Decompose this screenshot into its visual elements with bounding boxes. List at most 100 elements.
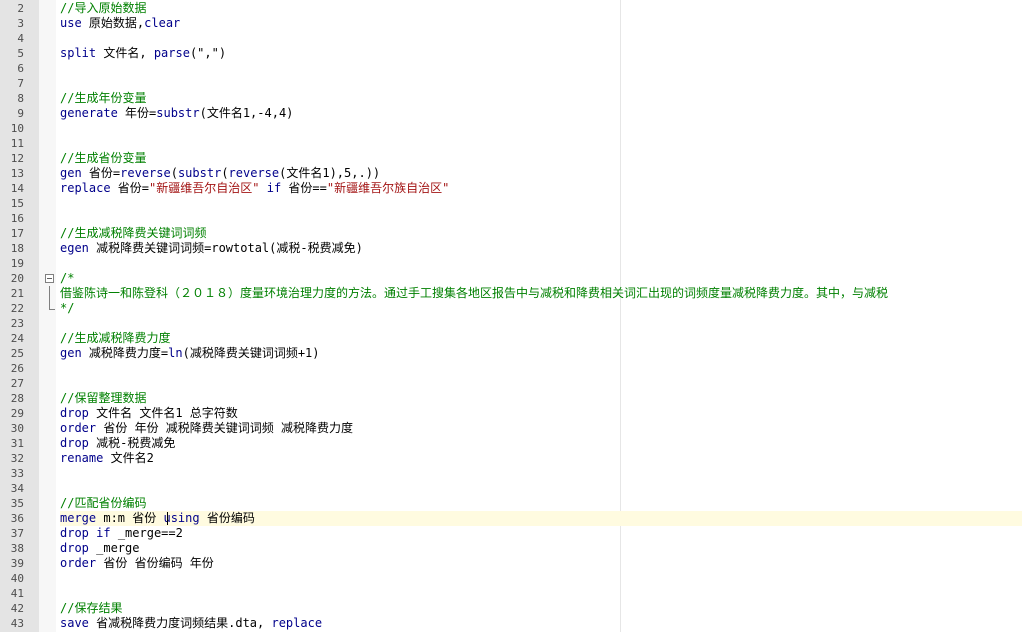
keyword-token: ln (168, 346, 183, 360)
code-line[interactable]: 15 (0, 196, 1022, 211)
code-line[interactable]: 3 use 原始数据,clear (0, 16, 1022, 31)
comment-token: //生成减税降费关键词词频 (60, 226, 207, 240)
line-code[interactable] (60, 121, 1022, 136)
code-line[interactable]: 5 split 文件名, parse(",") (0, 46, 1022, 61)
code-line[interactable]: 31 drop 减税-税费减免 (0, 436, 1022, 451)
line-code[interactable]: drop 文件名 文件名1 总字符数 (60, 406, 1022, 421)
line-code[interactable]: drop if _merge==2 (60, 526, 1022, 541)
keyword-token: save (60, 616, 89, 630)
code-editor[interactable]: 2 //导入原始数据 3 use 原始数据,clear 4 5 split 文件名, par… (0, 0, 1022, 632)
code-line[interactable]: 7 (0, 76, 1022, 91)
code-line[interactable]: 2 //导入原始数据 (0, 1, 1022, 16)
line-code[interactable] (60, 481, 1022, 496)
code-line[interactable]: 37 drop if _merge==2 (0, 526, 1022, 541)
line-code[interactable] (60, 61, 1022, 76)
code-line[interactable]: 39 order 省份 省份编码 年份 (0, 556, 1022, 571)
code-line[interactable]: 16 (0, 211, 1022, 226)
code-line[interactable]: 9 generate 年份=substr(文件名1,-4,4) (0, 106, 1022, 121)
line-code[interactable] (60, 196, 1022, 211)
line-code[interactable] (60, 316, 1022, 331)
code-line[interactable]: 27 (0, 376, 1022, 391)
line-code[interactable]: generate 年份=substr(文件名1,-4,4) (60, 106, 1022, 121)
comment-token: */ (60, 301, 75, 315)
code-line[interactable]: 43 save 省减税降费力度词频结果.dta, replace (0, 616, 1022, 631)
code-line[interactable]: 25 gen 减税降费力度=ln(减税降费关键词词频+1) (0, 346, 1022, 361)
code-line[interactable]: 21 借鉴陈诗一和陈登科（２０１８）度量环境治理力度的方法。通过手工搜集各地区报告… (0, 286, 1022, 301)
code-line[interactable]: 11 (0, 136, 1022, 151)
code-line[interactable]: 20 /* (0, 271, 1022, 286)
line-code[interactable]: save 省减税降费力度词频结果.dta, replace (60, 616, 1022, 631)
code-line[interactable]: 30 order 省份 年份 减税降费关键词词频 减税降费力度 (0, 421, 1022, 436)
line-code[interactable]: gen 省份=reverse(substr(reverse(文件名1),5,.)… (60, 166, 1022, 181)
code-line[interactable]: 42 //保存结果 (0, 601, 1022, 616)
line-number: 4 (17, 32, 24, 45)
line-code[interactable]: replace 省份="新疆维吾尔自治区" if 省份=="新疆维吾尔族自治区" (60, 181, 1022, 196)
code-line[interactable]: 22 */ (0, 301, 1022, 316)
keyword-token: reverse (228, 166, 280, 180)
line-code[interactable] (60, 211, 1022, 226)
line-code[interactable] (60, 136, 1022, 151)
line-code[interactable]: //保存结果 (60, 601, 1022, 616)
code-line[interactable]: 14 replace 省份="新疆维吾尔自治区" if 省份=="新疆维吾尔族自治… (0, 181, 1022, 196)
code-line[interactable]: 36 merge m:m 省份 using 省份编码 (0, 511, 1022, 526)
code-line[interactable]: 4 (0, 31, 1022, 46)
line-number: 6 (17, 62, 24, 75)
line-code[interactable]: merge m:m 省份 using 省份编码 (60, 511, 1022, 526)
line-code[interactable]: //生成省份变量 (60, 151, 1022, 166)
code-line[interactable]: 33 (0, 466, 1022, 481)
fold-collapse-icon[interactable] (45, 274, 54, 283)
code-line[interactable]: 28 //保留整理数据 (0, 391, 1022, 406)
line-code[interactable]: //生成减税降费力度 (60, 331, 1022, 346)
code-line[interactable]: 13 gen 省份=reverse(substr(reverse(文件名1),5,… (0, 166, 1022, 181)
line-code[interactable] (60, 361, 1022, 376)
line-code[interactable]: split 文件名, parse(",") (60, 46, 1022, 61)
line-code[interactable]: //生成减税降费关键词词频 (60, 226, 1022, 241)
code-line[interactable]: 18 egen 减税降费关键词词频=rowtotal(减税-税费减免) (0, 241, 1022, 256)
line-code[interactable]: /* (60, 271, 1022, 286)
line-code[interactable]: //匹配省份编码 (60, 496, 1022, 511)
string-token: "新疆维吾尔族自治区" (326, 181, 450, 195)
code-line[interactable]: 26 (0, 361, 1022, 376)
line-code[interactable]: drop _merge (60, 541, 1022, 556)
line-code[interactable]: rename 文件名2 (60, 451, 1022, 466)
code-line[interactable]: 32 rename 文件名2 (0, 451, 1022, 466)
line-code[interactable]: //导入原始数据 (60, 1, 1022, 16)
line-code[interactable] (60, 256, 1022, 271)
code-line[interactable]: 34 (0, 481, 1022, 496)
comment-token: 借鉴陈诗一和陈登科（２０１８）度量环境治理力度的方法。通过手工搜集各地区报告中与… (60, 286, 889, 300)
line-number: 8 (17, 92, 24, 105)
line-code[interactable] (60, 586, 1022, 601)
code-line[interactable]: 6 (0, 61, 1022, 76)
code-line[interactable]: 10 (0, 121, 1022, 136)
code-line[interactable]: 23 (0, 316, 1022, 331)
code-line[interactable]: 38 drop _merge (0, 541, 1022, 556)
line-code[interactable]: //生成年份变量 (60, 91, 1022, 106)
code-line[interactable]: 17 //生成减税降费关键词词频 (0, 226, 1022, 241)
code-line[interactable]: 19 (0, 256, 1022, 271)
line-code[interactable] (60, 466, 1022, 481)
code-line[interactable]: 40 (0, 571, 1022, 586)
line-code[interactable]: drop 减税-税费减免 (60, 436, 1022, 451)
code-line[interactable]: 12 //生成省份变量 (0, 151, 1022, 166)
line-code[interactable]: */ (60, 301, 1022, 316)
line-code[interactable]: //保留整理数据 (60, 391, 1022, 406)
line-number: 33 (10, 467, 24, 480)
line-code[interactable]: egen 减税降费关键词词频=rowtotal(减税-税费减免) (60, 241, 1022, 256)
line-number: 42 (10, 602, 24, 615)
line-code[interactable] (60, 571, 1022, 586)
line-code[interactable]: order 省份 省份编码 年份 (60, 556, 1022, 571)
code-line[interactable]: 29 drop 文件名 文件名1 总字符数 (0, 406, 1022, 421)
code-line[interactable]: 35 //匹配省份编码 (0, 496, 1022, 511)
line-code[interactable]: order 省份 年份 减税降费关键词词频 减税降费力度 (60, 421, 1022, 436)
line-code[interactable]: use 原始数据,clear (60, 16, 1022, 31)
code-line[interactable]: 41 (0, 586, 1022, 601)
line-code[interactable] (60, 31, 1022, 46)
line-number: 5 (17, 47, 24, 60)
code-line[interactable]: 8 //生成年份变量 (0, 91, 1022, 106)
line-code[interactable] (60, 76, 1022, 91)
code-line[interactable]: 24 //生成减税降费力度 (0, 331, 1022, 346)
line-code[interactable]: 借鉴陈诗一和陈登科（２０１８）度量环境治理力度的方法。通过手工搜集各地区报告中与… (60, 286, 1022, 301)
line-code[interactable]: gen 减税降费力度=ln(减税降费关键词词频+1) (60, 346, 1022, 361)
line-code[interactable] (60, 376, 1022, 391)
keyword-token: generate (60, 106, 118, 120)
